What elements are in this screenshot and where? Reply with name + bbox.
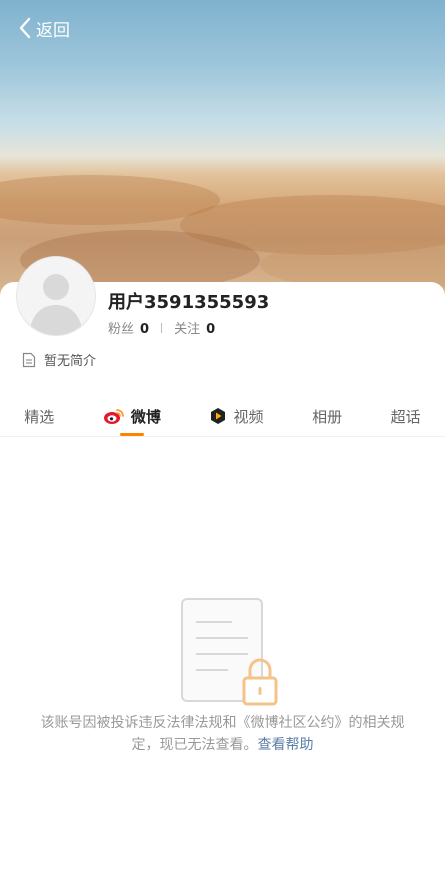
fans-count: 0 xyxy=(140,322,150,337)
back-button[interactable]: 返回 xyxy=(18,14,70,42)
tab-label: 精选 xyxy=(24,407,55,426)
bio: 暂无简介 xyxy=(22,350,96,369)
tab-label: 相册 xyxy=(312,407,343,426)
notice-text: 该账号因被投诉违反法律法规和《微博社区公约》的相关规定，现已无法查看。 xyxy=(40,715,405,753)
chevron-left-icon xyxy=(19,17,31,39)
follow-count: 0 xyxy=(206,322,216,337)
profile-stats: 粉丝 0 关注 0 xyxy=(108,318,215,337)
blocked-account-notice: 该账号因被投诉违反法律法规和《微博社区公约》的相关规定，现已无法查看。查看帮助 xyxy=(36,712,409,756)
divider xyxy=(161,322,163,333)
avatar[interactable] xyxy=(16,256,96,336)
tab-label: 视频 xyxy=(233,407,264,426)
fans-stat[interactable]: 粉丝 0 xyxy=(108,318,149,337)
back-label: 返回 xyxy=(36,20,70,41)
tab-album[interactable]: 相册 xyxy=(312,398,342,434)
tab-featured[interactable]: 精选 xyxy=(24,398,54,434)
follow-stat[interactable]: 关注 0 xyxy=(174,318,215,337)
bio-text: 暂无简介 xyxy=(44,354,97,369)
cover-image xyxy=(0,0,445,300)
tab-label: 超话 xyxy=(390,407,421,426)
follow-label: 关注 xyxy=(174,322,201,337)
video-icon xyxy=(211,408,226,424)
tab-supertopic[interactable]: 超话 xyxy=(391,398,421,434)
tab-weibo[interactable]: 微博 xyxy=(103,398,161,436)
document-icon xyxy=(22,352,36,367)
profile-card xyxy=(0,282,445,873)
tab-video[interactable]: 视频 xyxy=(209,398,263,434)
default-avatar-icon xyxy=(29,274,83,335)
locked-document-icon xyxy=(181,598,278,706)
fans-label: 粉丝 xyxy=(108,322,135,337)
user-name: 用户3591355593 xyxy=(108,292,270,313)
help-link[interactable]: 查看帮助 xyxy=(258,737,314,753)
active-tab-indicator xyxy=(119,433,144,436)
weibo-icon xyxy=(103,409,124,424)
tab-label: 微博 xyxy=(130,407,161,426)
profile-tabs: 精选 微博 视频 相册 超话 xyxy=(0,396,445,437)
